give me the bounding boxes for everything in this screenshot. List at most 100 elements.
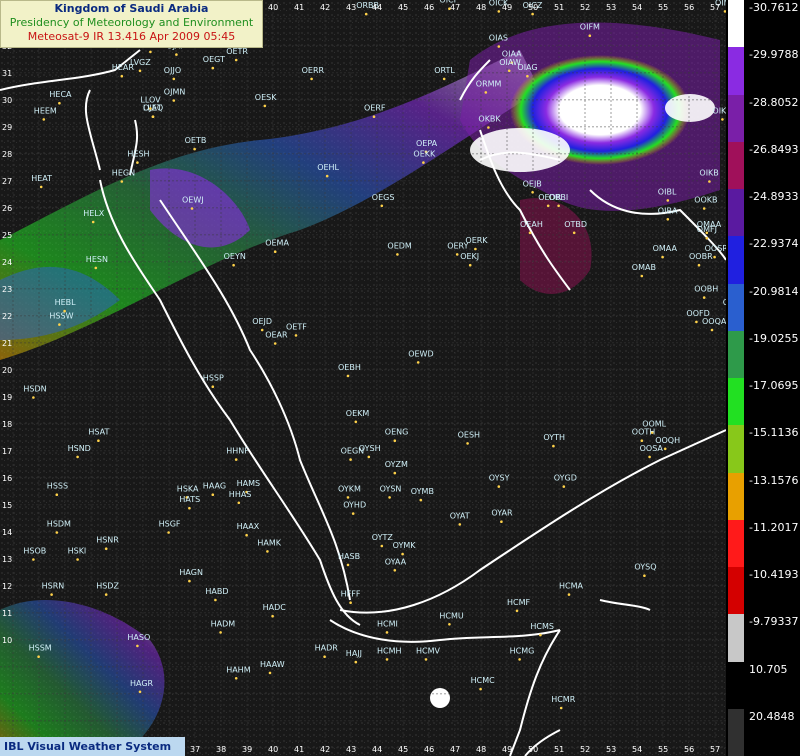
station-label[interactable]: HASO <box>127 633 150 642</box>
station-label[interactable]: OYAT <box>450 511 470 520</box>
station-dot[interactable] <box>401 552 404 556</box>
station-label[interactable]: HESN <box>86 255 108 264</box>
station-label[interactable]: HFFF <box>341 590 361 599</box>
station-dot[interactable] <box>349 601 352 604</box>
station-label[interactable]: OIKB <box>699 169 718 178</box>
station-label[interactable]: HSKA <box>177 484 199 493</box>
station-label[interactable]: HSSP <box>203 374 224 383</box>
station-dot[interactable] <box>120 74 124 78</box>
station-dot[interactable] <box>149 50 152 54</box>
station-label[interactable]: HSNR <box>96 536 119 545</box>
station-dot[interactable] <box>211 385 215 389</box>
station-dot[interactable] <box>702 207 706 210</box>
station-label[interactable]: OIAG <box>517 63 537 72</box>
station-dot[interactable] <box>552 444 555 448</box>
station-dot[interactable] <box>234 458 238 461</box>
station-dot[interactable] <box>136 161 139 164</box>
station-label[interactable]: OOTH <box>632 428 656 437</box>
station-label[interactable]: HESH <box>127 150 149 159</box>
station-label[interactable]: OETF <box>286 322 307 331</box>
station-label[interactable]: HAMS <box>237 479 260 488</box>
station-dot[interactable] <box>364 12 368 16</box>
station-label[interactable]: OBBI <box>549 193 569 202</box>
station-dot[interactable] <box>708 180 711 183</box>
station-dot[interactable] <box>567 593 571 596</box>
station-label[interactable]: OEAR <box>265 331 288 340</box>
station-dot[interactable] <box>346 374 350 378</box>
station-dot[interactable] <box>346 496 350 499</box>
station-dot[interactable] <box>455 253 459 256</box>
station-label[interactable]: HASB <box>338 552 360 561</box>
station-dot[interactable] <box>380 544 384 548</box>
station-label[interactable]: HSDM <box>47 520 71 529</box>
station-label[interactable]: HHNF <box>226 447 249 456</box>
station-label[interactable]: HABD <box>205 587 228 596</box>
station-dot[interactable] <box>273 342 277 345</box>
station-dot[interactable] <box>219 631 222 634</box>
station-dot[interactable] <box>557 204 560 208</box>
station-label[interactable]: ORTL <box>434 66 455 75</box>
station-label[interactable]: OEAH <box>520 220 543 229</box>
station-label[interactable]: HAAG <box>203 482 226 491</box>
station-label[interactable]: OIFM <box>580 23 600 32</box>
station-label[interactable]: OEGS <box>372 193 395 202</box>
satellite-map[interactable]: ORBBOICIOICKOICZOIMTOIASOIAAOIFMOJAQOJAI… <box>0 0 726 756</box>
station-label[interactable]: OYSY <box>489 474 510 483</box>
station-dot[interactable] <box>58 101 61 105</box>
station-dot[interactable] <box>138 69 142 73</box>
station-dot[interactable] <box>500 520 503 523</box>
station-label[interactable]: HELX <box>83 209 105 218</box>
station-dot[interactable] <box>120 180 124 183</box>
station-label[interactable]: HAHM <box>226 665 251 674</box>
station-dot[interactable] <box>97 439 100 443</box>
station-dot[interactable] <box>474 247 477 251</box>
station-label[interactable]: OEYN <box>224 252 246 261</box>
station-dot[interactable] <box>531 191 534 194</box>
station-dot[interactable] <box>640 439 644 443</box>
station-dot[interactable] <box>234 677 238 680</box>
station-dot[interactable] <box>721 118 724 121</box>
station-label[interactable]: HAAW <box>260 660 285 669</box>
station-dot[interactable] <box>424 658 428 661</box>
station-dot[interactable] <box>268 671 272 675</box>
station-dot[interactable] <box>559 706 563 710</box>
station-dot[interactable] <box>507 69 511 73</box>
station-dot[interactable] <box>55 493 59 497</box>
station-dot[interactable] <box>648 455 651 459</box>
station-label[interactable]: HEGN <box>112 169 135 178</box>
station-label[interactable]: OJJO <box>164 66 181 75</box>
station-dot[interactable] <box>323 655 326 658</box>
station-dot[interactable] <box>640 274 644 278</box>
station-label[interactable]: HADC <box>263 603 287 612</box>
station-label[interactable]: HAAX <box>237 522 260 531</box>
station-dot[interactable] <box>663 447 667 451</box>
station-dot[interactable] <box>643 574 646 577</box>
station-label[interactable]: OEBH <box>338 363 361 372</box>
station-label[interactable]: HCMR <box>551 695 576 704</box>
station-label[interactable]: OEJD <box>252 317 272 326</box>
station-dot[interactable] <box>138 690 142 694</box>
station-label[interactable]: OIAS <box>489 34 508 43</box>
station-label[interactable]: OEPA <box>416 139 438 148</box>
station-label[interactable]: HSSW <box>49 312 73 321</box>
station-label[interactable]: HCMG <box>510 646 535 655</box>
station-dot[interactable] <box>705 236 709 240</box>
station-dot[interactable] <box>42 118 46 121</box>
station-dot[interactable] <box>448 623 451 626</box>
station-dot[interactable] <box>104 593 108 596</box>
station-dot[interactable] <box>310 77 313 81</box>
station-label[interactable]: HCMA <box>559 582 584 591</box>
station-label[interactable]: OEJB <box>523 179 542 188</box>
station-dot[interactable] <box>354 660 358 664</box>
station-label[interactable]: HCMI <box>377 619 398 628</box>
station-dot[interactable] <box>39 185 43 189</box>
station-label[interactable]: OYSN <box>380 484 402 493</box>
station-label[interactable]: OEGT <box>203 55 225 64</box>
station-label[interactable]: OETB <box>185 136 207 145</box>
station-label[interactable]: HAMK <box>257 538 281 547</box>
station-dot[interactable] <box>294 334 298 337</box>
station-label[interactable]: HCMU <box>439 611 464 620</box>
station-label[interactable]: HSKI <box>68 547 87 556</box>
station-dot[interactable] <box>260 328 264 332</box>
station-label[interactable]: HSOB <box>23 547 46 556</box>
